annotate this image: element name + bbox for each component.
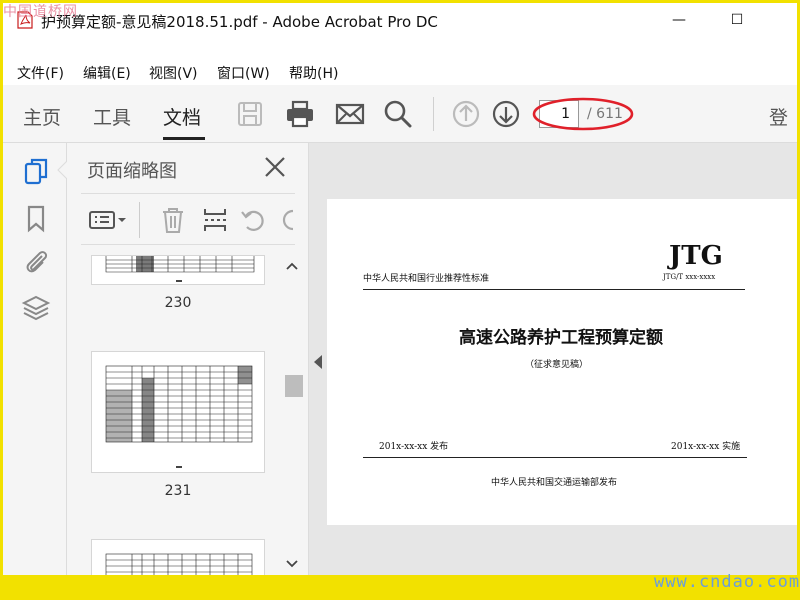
title-bar: 护预算定额-意见稿2018.51.pdf - Adobe Acrobat Pro… — [3, 3, 797, 37]
thumbnail-page-230[interactable] — [91, 255, 265, 285]
layers-icon[interactable] — [21, 293, 51, 323]
document-view[interactable]: 中华人民共和国行业推荐性标准 JTG JTG/T xxx-xxxx 高速公路养护… — [309, 143, 797, 575]
tab-home[interactable]: 主页 — [23, 103, 61, 130]
panel-title: 页面缩略图 — [87, 161, 177, 182]
publisher: 中华人民共和国交通运输部发布 — [491, 478, 618, 488]
page-thumbnails-panel: 页面缩略图 230 231 — [67, 143, 309, 575]
implement-date: 201x-xx-xx 实施 — [671, 442, 741, 452]
thumbnail-label: 230 — [164, 295, 192, 311]
jtg-logo: JTG — [669, 241, 723, 271]
menu-view[interactable]: 视图(V) — [149, 63, 198, 83]
print-icon[interactable] — [283, 97, 317, 131]
active-tab-indicator — [163, 137, 205, 140]
scrollbar-thumb[interactable] — [285, 375, 303, 397]
acrobat-window: 护预算定额-意见稿2018.51.pdf - Adobe Acrobat Pro… — [3, 3, 797, 575]
scroll-down-icon[interactable] — [285, 557, 299, 571]
header-rule — [363, 289, 745, 290]
thumbnail-page-231[interactable] — [91, 351, 265, 473]
thumbnail-toolbar — [81, 193, 295, 245]
menu-file[interactable]: 文件(F) — [17, 63, 64, 83]
toolbar-separator — [433, 97, 434, 131]
save-icon[interactable] — [233, 97, 267, 131]
search-icon[interactable] — [381, 97, 415, 131]
thumbnail-page-next[interactable] — [91, 539, 265, 575]
watermark-bottom-right: www.cndao.com — [654, 572, 800, 592]
tab-document[interactable]: 文档 — [163, 103, 201, 130]
redo-icon[interactable] — [279, 206, 295, 234]
options-menu-icon[interactable] — [87, 206, 129, 234]
page-down-icon[interactable] — [489, 97, 523, 131]
tab-tools[interactable]: 工具 — [93, 103, 131, 130]
page-up-icon[interactable] — [449, 97, 483, 131]
standard-code: JTG/T xxx-xxxx — [663, 273, 716, 281]
menu-bar: 文件(F) 编辑(E) 视图(V) 窗口(W) 帮助(H) — [3, 59, 797, 85]
page-thumbnails-icon[interactable] — [21, 157, 51, 187]
collapse-panel-icon[interactable] — [313, 355, 323, 369]
menu-help[interactable]: 帮助(H) — [289, 63, 338, 83]
toolbar: 主页 工具 文档 1 / 611 登 — [3, 85, 797, 143]
scroll-up-icon[interactable] — [285, 259, 299, 273]
publish-date: 201x-xx-xx 发布 — [379, 442, 449, 452]
window-title: 护预算定额-意见稿2018.51.pdf - Adobe Acrobat Pro… — [41, 13, 438, 31]
insert-page-icon[interactable] — [201, 206, 229, 234]
thumbnail-label: 231 — [164, 483, 192, 499]
minimize-button[interactable]: — — [667, 9, 691, 31]
document-page: 中华人民共和国行业推荐性标准 JTG JTG/T xxx-xxxx 高速公路养护… — [327, 199, 797, 525]
document-title: 高速公路养护工程预算定额 — [459, 328, 663, 348]
standard-category: 中华人民共和国行业推荐性标准 — [363, 274, 490, 284]
maximize-button[interactable]: ☐ — [725, 9, 749, 31]
email-icon[interactable] — [333, 97, 367, 131]
thumbnail-table-preview — [105, 553, 253, 575]
menu-window[interactable]: 窗口(W) — [217, 63, 270, 83]
undo-icon[interactable] — [239, 206, 267, 234]
tools-separator — [139, 202, 140, 238]
highlight-ellipse — [532, 97, 634, 131]
navigation-rail — [3, 143, 67, 575]
document-subtitle: （征求意见稿） — [525, 360, 589, 370]
attachment-icon[interactable] — [21, 247, 51, 277]
rail-pointer — [57, 161, 67, 179]
footer-rule — [363, 457, 747, 458]
bookmark-icon[interactable] — [21, 203, 51, 233]
watermark-top-left: 中国道桥网 — [3, 4, 78, 20]
thumbnail-table-preview — [105, 256, 255, 282]
close-icon[interactable] — [263, 155, 287, 179]
thumbnail-scrollbar[interactable] — [281, 255, 303, 575]
menu-edit[interactable]: 编辑(E) — [83, 63, 131, 83]
thumbnail-table-preview — [105, 365, 253, 468]
delete-icon[interactable] — [159, 206, 187, 234]
sign-in-button[interactable]: 登 — [769, 103, 788, 130]
